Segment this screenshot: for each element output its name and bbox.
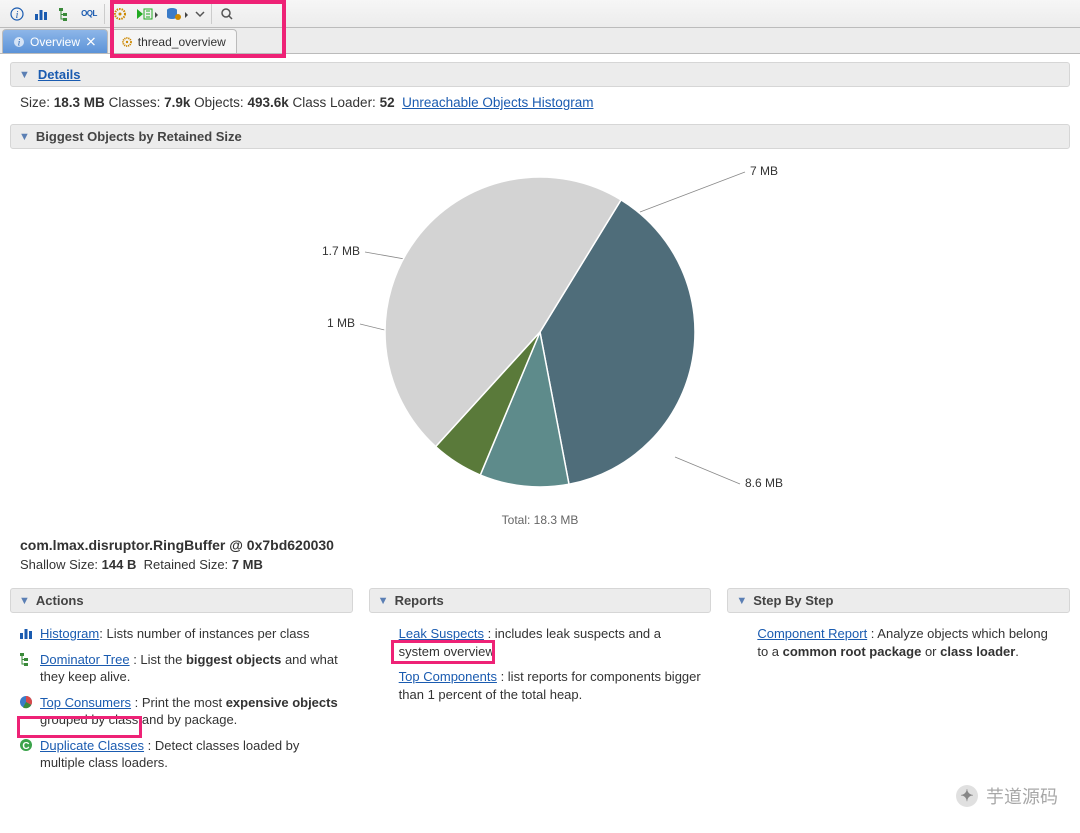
step-component-report: Component Report : Analyze objects which…	[727, 621, 1070, 664]
oql-icon[interactable]: OQL	[78, 3, 100, 25]
tab-label: Overview	[30, 35, 80, 49]
search-icon[interactable]	[216, 3, 238, 25]
action-dominator-tree: Dominator Tree : List the biggest object…	[10, 647, 353, 690]
info-icon: i	[13, 36, 25, 48]
chevron-down-icon: ▼	[19, 595, 30, 607]
pie-chart: 7 MB 1.7 MB 1 MB 8.6 MB	[10, 157, 1070, 517]
svg-text:1.7 MB: 1.7 MB	[322, 244, 360, 258]
component-report-link[interactable]: Component Report	[757, 626, 867, 641]
action-histogram: Histogram: Lists number of instances per…	[10, 621, 353, 647]
chevron-down-icon: ▼	[19, 131, 30, 143]
action-top-consumers: Top Consumers : Print the most expensive…	[10, 690, 353, 733]
tab-label: thread_overview	[138, 35, 226, 49]
dominator-tree-link[interactable]: Dominator Tree	[40, 652, 130, 667]
reports-column: ▼ Reports Leak Suspects : includes leak …	[369, 588, 712, 776]
close-icon[interactable]: ⨯	[85, 33, 97, 50]
biggest-objects-header[interactable]: ▼ Biggest Objects by Retained Size	[10, 124, 1070, 149]
tab-overview[interactable]: i Overview ⨯	[2, 29, 108, 53]
bottom-columns: ▼ Actions Histogram: Lists number of ins…	[10, 588, 1070, 806]
dropdown-icon[interactable]	[193, 3, 207, 25]
tree-icon	[18, 651, 34, 667]
watermark: ✦ 芋道源码	[956, 783, 1058, 809]
section-title: Actions	[36, 593, 84, 608]
svg-text:8.6 MB: 8.6 MB	[745, 476, 783, 490]
chevron-down-icon: ▼	[378, 595, 389, 607]
stepbystep-header[interactable]: ▼ Step By Step	[727, 588, 1070, 613]
blank-icon	[377, 668, 393, 684]
details-summary: Size: 18.3 MB Classes: 7.9k Objects: 493…	[10, 95, 1070, 124]
histogram-icon	[18, 625, 34, 641]
tab-thread-overview[interactable]: thread_overview	[110, 29, 237, 53]
play-icon[interactable]	[133, 3, 161, 25]
chevron-down-icon: ▼	[736, 595, 747, 607]
section-title: Reports	[395, 593, 444, 608]
duplicate-classes-link[interactable]: Duplicate Classes	[40, 738, 144, 753]
unreachable-histogram-link[interactable]: Unreachable Objects Histogram	[402, 95, 593, 110]
content-area: ▼ Details Size: 18.3 MB Classes: 7.9k Ob…	[0, 54, 1080, 833]
wechat-icon: ✦	[956, 785, 978, 807]
tree-icon[interactable]	[54, 3, 76, 25]
db-icon[interactable]	[163, 3, 191, 25]
top-consumers-link[interactable]: Top Consumers	[40, 695, 131, 710]
selected-object-name: com.lmax.disruptor.RingBuffer @ 0x7bd620…	[10, 537, 1070, 553]
report-leak-suspects: Leak Suspects : includes leak suspects a…	[369, 621, 712, 664]
histogram-icon[interactable]	[30, 3, 52, 25]
section-title: Step By Step	[753, 593, 833, 608]
selected-object-sizes: Shallow Size: 144 B Retained Size: 7 MB	[10, 553, 1070, 588]
histogram-link[interactable]: Histogram	[40, 626, 99, 641]
svg-text:i: i	[16, 10, 19, 21]
blank-icon	[377, 625, 393, 641]
top-components-link[interactable]: Top Components	[399, 669, 497, 684]
separator	[104, 4, 105, 24]
action-duplicate-classes: C Duplicate Classes : Detect classes loa…	[10, 733, 353, 776]
section-title: Details	[38, 67, 81, 82]
svg-text:1 MB: 1 MB	[327, 316, 355, 330]
info-icon[interactable]: i	[6, 3, 28, 25]
reports-header[interactable]: ▼ Reports	[369, 588, 712, 613]
stepbystep-column: ▼ Step By Step Component Report : Analyz…	[727, 588, 1070, 776]
actions-header[interactable]: ▼ Actions	[10, 588, 353, 613]
actions-column: ▼ Actions Histogram: Lists number of ins…	[10, 588, 353, 776]
pie-icon	[18, 694, 34, 710]
report-top-components: Top Components : list reports for compon…	[369, 664, 712, 707]
leak-suspects-link[interactable]: Leak Suspects	[399, 626, 484, 641]
class-icon: C	[18, 737, 34, 753]
svg-text:7 MB: 7 MB	[750, 164, 778, 178]
tab-bar: i Overview ⨯ thread_overview	[0, 28, 1080, 54]
details-header[interactable]: ▼ Details	[10, 62, 1070, 87]
chevron-down-icon: ▼	[19, 69, 30, 81]
gear-icon[interactable]	[109, 3, 131, 25]
section-title: Biggest Objects by Retained Size	[36, 129, 242, 144]
toolbar: i OQL	[0, 0, 1080, 28]
separator	[211, 4, 212, 24]
svg-text:C: C	[22, 741, 29, 752]
gear-icon	[121, 36, 133, 48]
blank-icon	[735, 625, 751, 641]
